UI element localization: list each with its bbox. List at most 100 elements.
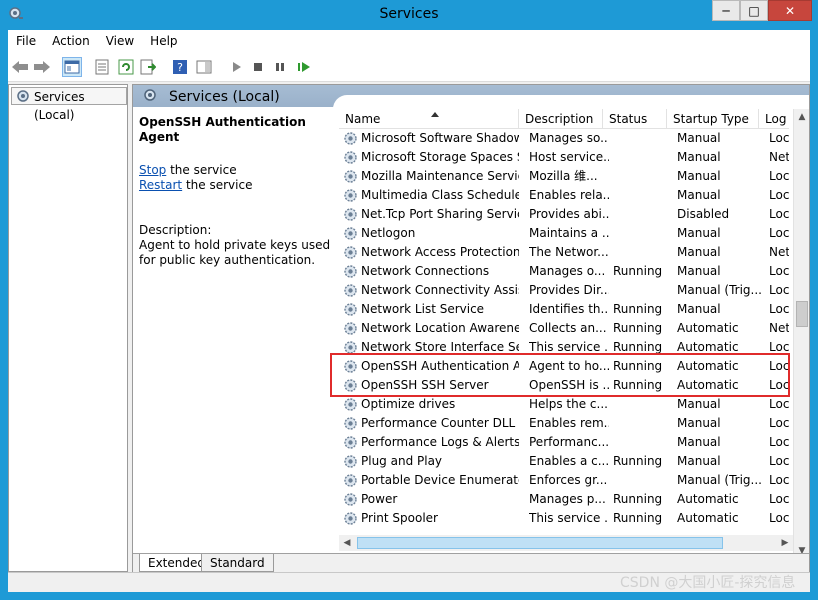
menu-file[interactable]: File <box>8 30 44 52</box>
scroll-left-icon[interactable]: ◀ <box>339 535 355 551</box>
refresh-icon[interactable] <box>116 57 136 77</box>
stop-service-link[interactable]: Stop <box>139 163 166 177</box>
service-startup-type-cell: Manual <box>677 131 721 145</box>
scroll-right-icon[interactable]: ▶ <box>777 535 793 551</box>
service-log-on-cell: Loc <box>769 188 789 202</box>
pause-service-icon[interactable] <box>270 57 290 77</box>
column-header-log-on-as[interactable]: Log <box>759 109 789 129</box>
forward-icon[interactable] <box>32 57 52 77</box>
watermark-text: CSDN @大国小匠-探究信息 <box>620 575 796 591</box>
column-header-name[interactable]: Name <box>339 109 519 129</box>
service-gear-icon <box>343 416 358 431</box>
column-header-description[interactable]: Description <box>519 109 603 129</box>
service-name-cell: Network Access Protection ... <box>361 245 519 259</box>
stop-service-suffix: the service <box>166 163 237 177</box>
start-service-icon[interactable] <box>226 57 246 77</box>
table-row[interactable]: Microsoft Storage Spaces S... Host servic… <box>339 148 789 167</box>
table-row[interactable]: Portable Device Enumerator... Enforces gr… <box>339 471 789 490</box>
show-console-tree-icon[interactable] <box>62 57 82 77</box>
tree-item-services-local[interactable]: Services (Local) <box>11 87 127 122</box>
table-row[interactable]: Network List Service Identifies th... Runn… <box>339 300 789 319</box>
service-log-on-cell: Loc <box>769 226 789 240</box>
service-name-cell: Microsoft Software Shadow... <box>361 131 519 145</box>
service-status-cell <box>613 205 671 224</box>
service-status-cell: Running <box>613 454 663 468</box>
pane-title: Services (Local) <box>169 89 280 105</box>
table-row[interactable]: Network Connections Manages o... Running Ma… <box>339 262 789 281</box>
menu-action[interactable]: Action <box>44 30 98 52</box>
service-name-cell: Print Spooler <box>361 511 438 525</box>
table-row[interactable]: Power Manages p... Running Automatic Loc <box>339 490 789 509</box>
service-startup-type-cell: Manual <box>677 302 721 316</box>
service-log-on-cell: Loc <box>769 416 789 430</box>
show-action-pane-icon[interactable] <box>194 57 214 77</box>
service-name-cell: Network List Service <box>361 302 485 316</box>
restart-service-suffix: the service <box>182 178 253 192</box>
service-name-cell: Network Connectivity Assis... <box>361 283 519 297</box>
service-description-cell: Performanc... <box>529 435 609 449</box>
table-row[interactable]: Net.Tcp Port Sharing Service Provides abi… <box>339 205 789 224</box>
horizontal-scroll-thumb[interactable] <box>357 537 723 549</box>
table-row[interactable]: Performance Logs & Alerts Performanc... Ma… <box>339 433 789 452</box>
service-log-on-cell: Loc <box>769 131 789 145</box>
stop-service-icon[interactable] <box>248 57 268 77</box>
service-log-on-cell: Loc <box>769 492 789 506</box>
menu-view[interactable]: View <box>98 30 142 52</box>
restart-service-link[interactable]: Restart <box>139 178 182 192</box>
column-header-status[interactable]: Status <box>603 109 667 129</box>
table-row[interactable]: Print Spooler This service ... Running Auto… <box>339 509 789 528</box>
table-row[interactable]: Microsoft Software Shadow... Manages so..… <box>339 129 789 148</box>
table-row[interactable]: Mozilla Maintenance Service Mozilla 维... M… <box>339 167 789 186</box>
menu-bar: File Action View Help <box>8 30 810 52</box>
table-row[interactable]: Network Access Protection ... The Networ.… <box>339 243 789 262</box>
service-gear-icon <box>343 150 358 165</box>
service-description-cell: Maintains a ... <box>529 226 609 240</box>
service-gear-icon <box>343 454 358 469</box>
close-button[interactable]: ✕ <box>768 0 812 21</box>
list-header: Name Description Status Startup Type Log <box>339 109 789 129</box>
services-pane: Services (Local) OpenSSH Authentication … <box>132 84 810 573</box>
service-gear-icon <box>343 302 358 317</box>
help-icon[interactable]: ? <box>170 57 190 77</box>
maximize-button[interactable]: □ <box>740 0 768 21</box>
minimize-button[interactable]: ─ <box>712 0 740 21</box>
service-startup-type-cell: Manual <box>677 245 721 259</box>
table-row[interactable]: Performance Counter DLL ... Enables rem..… <box>339 414 789 433</box>
service-description-cell: The Networ... <box>529 245 609 259</box>
back-icon[interactable] <box>10 57 30 77</box>
horizontal-scrollbar[interactable]: ◀ ▶ <box>339 535 793 551</box>
vertical-scrollbar[interactable]: ▲ ▼ <box>793 109 809 559</box>
table-row[interactable]: Optimize drives Helps the c... Manual Loc <box>339 395 789 414</box>
service-description-cell: Manages o... <box>529 264 606 278</box>
table-row[interactable]: Plug and Play Enables a c... Running Manual… <box>339 452 789 471</box>
sort-ascending-icon <box>431 112 439 117</box>
services-gear-icon <box>16 89 30 108</box>
service-log-on-cell: Loc <box>769 207 789 221</box>
service-status-cell <box>613 148 671 167</box>
service-name-cell: Netlogon <box>361 226 416 240</box>
service-log-on-cell: Loc <box>769 397 789 411</box>
service-name-cell: Performance Logs & Alerts <box>361 435 519 449</box>
service-status-cell: Running <box>613 492 663 506</box>
service-startup-type-cell: Manual <box>677 169 721 183</box>
properties-icon[interactable] <box>92 57 112 77</box>
service-gear-icon <box>343 492 358 507</box>
table-row[interactable]: Netlogon Maintains a ... Manual Loc <box>339 224 789 243</box>
table-row[interactable]: Network Connectivity Assis... Provides Di… <box>339 281 789 300</box>
export-list-icon[interactable] <box>138 57 158 77</box>
service-log-on-cell: Net <box>769 321 789 335</box>
column-header-startup-type[interactable]: Startup Type <box>667 109 759 129</box>
openssh-highlight-box <box>330 353 790 397</box>
service-status-cell <box>613 433 671 452</box>
scroll-up-icon[interactable]: ▲ <box>794 109 810 125</box>
table-row[interactable]: Multimedia Class Scheduler Enables rela..… <box>339 186 789 205</box>
service-name-cell: Plug and Play <box>361 454 443 468</box>
tab-standard[interactable]: Standard <box>201 554 274 572</box>
vertical-scroll-thumb[interactable] <box>796 301 808 327</box>
menu-help[interactable]: Help <box>142 30 185 52</box>
service-status-cell <box>613 243 671 262</box>
table-row[interactable]: Network Location Awareness Collects an...… <box>339 319 789 338</box>
service-log-on-cell: Loc <box>769 264 789 278</box>
service-description-cell: Provides Dir... <box>529 283 609 297</box>
restart-service-icon[interactable] <box>294 57 314 77</box>
